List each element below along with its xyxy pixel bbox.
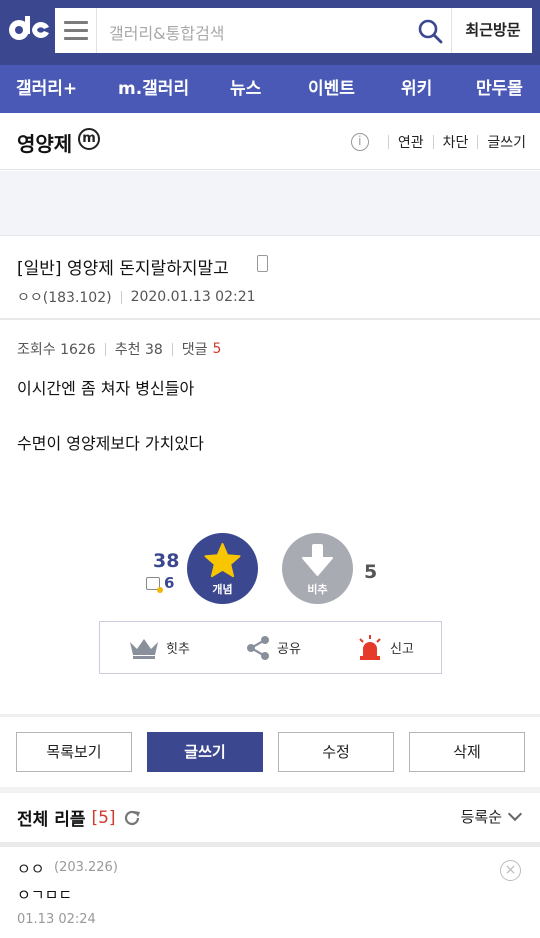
main-nav: 갤러리+ m.갤러리 뉴스 이벤트 위키 만두몰 <box>0 64 540 113</box>
menu-icon[interactable] <box>55 8 97 53</box>
views-count: 조회수 1626 <box>17 342 96 358</box>
comment-author[interactable]: ㅇㅇ <box>17 858 45 879</box>
delete-button[interactable]: 삭제 <box>409 732 525 772</box>
comments-header: 전체 리플 [5] <box>17 805 141 830</box>
crown-icon <box>130 638 158 659</box>
close-icon[interactable]: × <box>500 860 521 881</box>
info-icon[interactable]: i <box>350 133 369 151</box>
write-button[interactable]: 글쓰기 <box>147 732 263 772</box>
report-label: 신고 <box>390 642 414 657</box>
report-button[interactable]: 신고 <box>356 622 414 673</box>
search-input[interactable]: 갤러리&통합검색 <box>109 20 225 44</box>
post-meta: ㅇㅇ(183.102) 2020.01.13 02:21 <box>17 287 256 307</box>
comments-label: 댓글 <box>181 342 208 358</box>
chevron-down-icon <box>507 806 523 822</box>
divider <box>120 290 122 304</box>
gallery-actions: i 연관 차단 글쓰기 <box>350 132 526 152</box>
upvote-button[interactable]: 개념 <box>187 533 258 604</box>
downvote-label: 비추 <box>307 583 328 596</box>
upvote-count: 38 <box>153 550 180 572</box>
list-button[interactable]: 목록보기 <box>16 732 132 772</box>
mobile-icon <box>257 255 268 272</box>
gallery-title[interactable]: 영양제 <box>17 128 72 157</box>
nav-mandu-mall[interactable]: 만두몰 <box>476 65 523 113</box>
arrow-down-icon <box>302 544 333 576</box>
sort-dropdown[interactable]: 등록순 <box>460 806 523 827</box>
post-body-line: 수면이 영양제보다 가치있다 <box>17 434 204 453</box>
fixed-user-icon <box>146 576 163 593</box>
hit-recommend-label: 힛추 <box>166 642 190 657</box>
comments-count: 5 <box>212 341 222 357</box>
star-icon <box>204 543 241 578</box>
recommend-count: 추천 38 <box>114 342 163 358</box>
fixed-upvote-count: 6 <box>146 574 175 593</box>
related-link[interactable]: 연관 <box>398 132 424 152</box>
post-stats: 조회수 1626 추천 38 댓글 5 <box>17 339 221 359</box>
search-icon[interactable] <box>417 18 443 44</box>
comment-ip: (203.226) <box>54 860 118 875</box>
post-action-box: 힛추 공유 신고 <box>99 621 442 674</box>
refresh-icon[interactable] <box>123 809 141 827</box>
divider <box>0 787 540 793</box>
nav-event[interactable]: 이벤트 <box>308 65 355 113</box>
divider <box>0 842 540 847</box>
comment-text: ㅇㄱㅁㄷ <box>17 886 73 904</box>
nav-m-gallery[interactable]: m.갤러리 <box>118 65 189 113</box>
siren-icon <box>359 634 381 660</box>
minor-gallery-badge: m <box>78 128 100 150</box>
write-link[interactable]: 글쓰기 <box>487 132 526 152</box>
nav-news[interactable]: 뉴스 <box>230 65 261 113</box>
downvote-count: 5 <box>364 561 378 583</box>
dc-logo[interactable] <box>6 12 52 48</box>
divider <box>432 135 434 149</box>
share-button[interactable]: 공유 <box>245 622 301 673</box>
divider <box>104 342 106 356</box>
post-author[interactable]: ㅇㅇ(183.102) <box>17 287 112 307</box>
gallery-bar: 영양제 m i 연관 차단 글쓰기 <box>0 113 540 170</box>
post-title: [일반] 영양제 돈지랄하지말고 <box>17 259 229 279</box>
share-icon <box>247 635 269 660</box>
edit-button[interactable]: 수정 <box>278 732 394 772</box>
top-header: 갤러리&통합검색 최근방문 <box>0 0 540 64</box>
downvote-button[interactable]: 비추 <box>282 533 353 604</box>
divider <box>0 714 540 717</box>
post-datetime: 2020.01.13 02:21 <box>130 289 256 305</box>
upvote-label: 개념 <box>212 583 233 596</box>
fixed-count-value: 6 <box>164 574 175 592</box>
divider <box>477 135 479 149</box>
divider <box>0 318 540 320</box>
sort-label: 등록순 <box>460 808 502 826</box>
block-link[interactable]: 차단 <box>443 132 469 152</box>
nav-wiki[interactable]: 위키 <box>401 65 432 113</box>
nav-gallery-plus[interactable]: 갤러리+ <box>16 65 77 113</box>
comments-total: [5] <box>91 807 116 828</box>
post-body-line: 이시간엔 좀 쳐자 병신들아 <box>17 379 195 398</box>
share-label: 공유 <box>277 642 301 657</box>
comment-date: 01.13 02:24 <box>17 912 96 927</box>
recent-visits-button[interactable]: 최근방문 <box>451 8 534 53</box>
search-box: 갤러리&통합검색 최근방문 <box>54 7 533 54</box>
hit-recommend-button[interactable]: 힛추 <box>128 622 190 673</box>
divider <box>387 135 389 149</box>
comments-heading: 전체 리플 <box>17 810 86 830</box>
divider <box>171 342 173 356</box>
ad-banner-area <box>0 171 540 236</box>
